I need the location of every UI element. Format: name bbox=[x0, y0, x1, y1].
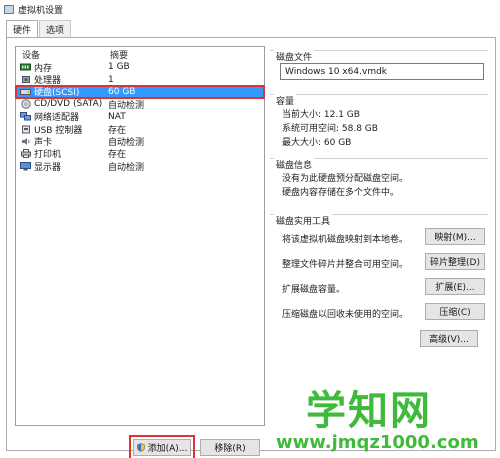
header-summary[interactable]: 摘要 bbox=[110, 48, 250, 61]
tab-strip: 硬件 选项 bbox=[6, 20, 72, 38]
display-icon bbox=[20, 161, 31, 171]
add-button[interactable]: 添加(A)... bbox=[133, 439, 191, 456]
device-row-printer[interactable]: 打印机 存在 bbox=[16, 148, 264, 160]
tab-hardware[interactable]: 硬件 bbox=[6, 20, 39, 38]
disk-file-field[interactable]: Windows 10 x64.vmdk bbox=[280, 63, 484, 80]
disk-info-line-2: 硬盘内容存储在多个文件中。 bbox=[282, 188, 400, 198]
compact-button[interactable]: 压缩(C) bbox=[425, 303, 485, 320]
add-button-highlight: 添加(A)... bbox=[129, 435, 195, 458]
disk-file-title: 磁盘文件 bbox=[274, 50, 315, 63]
map-description: 将该虚拟机磁盘映射到本地卷。 bbox=[282, 235, 409, 245]
cd-dvd-icon bbox=[20, 99, 31, 110]
device-list[interactable]: 设备 摘要 内存 1 GB 处理器 1 硬盘(SCSI) 60 GB CD/DV… bbox=[15, 46, 265, 426]
device-name: 处理器 bbox=[34, 76, 62, 87]
device-summary: 存在 bbox=[108, 125, 127, 136]
defragment-button[interactable]: 碎片整理(D) bbox=[425, 253, 485, 270]
device-row-usb-controller[interactable]: USB 控制器 存在 bbox=[16, 123, 264, 136]
device-row-display[interactable]: 显示器 自动检测 bbox=[16, 160, 264, 173]
device-row-network-adapter[interactable]: 网络适配器 NAT bbox=[16, 111, 264, 123]
expand-button[interactable]: 扩展(E)... bbox=[425, 278, 485, 295]
network-adapter-icon bbox=[20, 112, 31, 121]
device-summary: 自动检测 bbox=[108, 162, 145, 173]
device-name: USB 控制器 bbox=[34, 125, 83, 136]
disk-utilities-title: 磁盘实用工具 bbox=[274, 214, 333, 227]
shield-icon bbox=[136, 443, 145, 452]
remove-button[interactable]: 移除(R) bbox=[200, 439, 260, 456]
max-size: 最大大小: 60 GB bbox=[282, 138, 352, 148]
device-row-hard-disk[interactable]: 硬盘(SCSI) 60 GB bbox=[15, 84, 265, 100]
current-size: 当前大小: 12.1 GB bbox=[282, 110, 360, 120]
title-bar: 虚拟机设置 bbox=[0, 0, 500, 18]
disk-utilities-group: 磁盘实用工具 将该虚拟机磁盘映射到本地卷。 映射(M)... 整理文件碎片并整合… bbox=[270, 214, 488, 324]
capacity-title: 容量 bbox=[274, 94, 297, 107]
window-title: 虚拟机设置 bbox=[18, 5, 64, 16]
printer-icon bbox=[20, 149, 31, 159]
device-name: 声卡 bbox=[34, 138, 53, 149]
available-space: 系统可用空间: 58.8 GB bbox=[282, 124, 378, 134]
defragment-description: 整理文件碎片并整合可用空间。 bbox=[282, 260, 409, 270]
expand-description: 扩展磁盘容量。 bbox=[282, 285, 346, 295]
watermark-logo-text: 学知网 bbox=[306, 388, 432, 434]
device-name: 显示器 bbox=[34, 162, 62, 173]
disk-info-line-1: 没有为此硬盘预分配磁盘空间。 bbox=[282, 174, 409, 184]
sound-card-icon bbox=[20, 137, 31, 146]
cpu-icon bbox=[20, 75, 31, 84]
device-name: 网络适配器 bbox=[34, 113, 80, 124]
device-summary: 自动检测 bbox=[108, 138, 145, 149]
disk-info-title: 磁盘信息 bbox=[274, 158, 315, 171]
device-summary: 60 GB bbox=[108, 86, 136, 97]
map-button[interactable]: 映射(M)... bbox=[425, 228, 485, 245]
watermark: 学知网 www.jmqz1000.com bbox=[276, 378, 496, 454]
device-row-sound-card[interactable]: 声卡 自动检测 bbox=[16, 135, 264, 149]
disk-file-group: 磁盘文件 Windows 10 x64.vmdk bbox=[270, 50, 488, 90]
device-summary: 1 GB bbox=[108, 62, 130, 73]
device-summary: NAT bbox=[108, 111, 126, 122]
device-row-memory[interactable]: 内存 1 GB bbox=[16, 61, 264, 74]
device-name: CD/DVD (SATA) bbox=[34, 99, 103, 110]
add-button-label: 添加(A)... bbox=[147, 444, 188, 454]
device-name: 内存 bbox=[34, 63, 53, 74]
capacity-group: 容量 当前大小: 12.1 GB 系统可用空间: 58.8 GB 最大大小: 6… bbox=[270, 94, 488, 156]
hard-disk-icon bbox=[20, 87, 31, 96]
memory-icon bbox=[20, 63, 31, 72]
watermark-url: www.jmqz1000.com bbox=[276, 432, 479, 453]
device-row-processor[interactable]: 处理器 1 bbox=[16, 73, 264, 87]
device-summary: 存在 bbox=[108, 150, 127, 161]
device-row-cd-dvd[interactable]: CD/DVD (SATA) 自动检测 bbox=[16, 98, 264, 111]
tab-options[interactable]: 选项 bbox=[39, 20, 72, 37]
header-device[interactable]: 设备 bbox=[22, 48, 110, 61]
device-name: 打印机 bbox=[34, 150, 62, 161]
device-name: 硬盘(SCSI) bbox=[34, 88, 80, 99]
device-summary: 1 bbox=[108, 74, 114, 85]
vm-settings-icon bbox=[4, 4, 14, 14]
advanced-button[interactable]: 高级(V)... bbox=[420, 330, 478, 347]
compact-description: 压缩磁盘以回收未使用的空间。 bbox=[282, 310, 409, 320]
device-summary: 自动检测 bbox=[108, 100, 145, 111]
list-header: 设备 摘要 bbox=[16, 47, 264, 61]
usb-icon bbox=[20, 125, 31, 134]
disk-info-group: 磁盘信息 没有为此硬盘预分配磁盘空间。 硬盘内容存储在多个文件中。 bbox=[270, 158, 488, 208]
